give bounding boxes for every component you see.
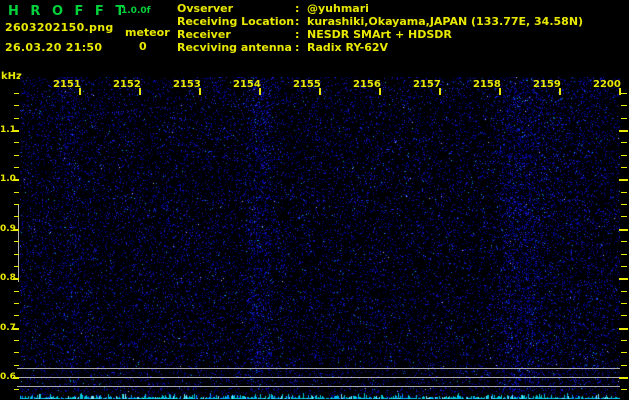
freq-tick-right bbox=[621, 389, 627, 390]
freq-tick-left bbox=[14, 254, 19, 255]
freq-tick-right bbox=[621, 303, 627, 304]
freq-tick-right bbox=[619, 229, 628, 231]
freq-tick-right bbox=[621, 204, 627, 205]
freq-tick-left bbox=[14, 93, 19, 94]
freq-tick-right bbox=[619, 278, 628, 280]
freq-tick-left bbox=[14, 192, 19, 193]
time-axis-label: 2157 bbox=[413, 79, 441, 90]
freq-tick-left bbox=[14, 142, 19, 143]
freq-tick-left bbox=[14, 291, 19, 292]
app-version: 1.0.0f bbox=[121, 6, 151, 16]
app-title: H R O F F T bbox=[8, 4, 128, 19]
freq-tick-right bbox=[619, 377, 628, 379]
freq-tick-right bbox=[619, 328, 628, 330]
info-row-value: NESDR SMArt + HDSDR bbox=[307, 28, 452, 41]
freq-tick-left bbox=[14, 352, 19, 353]
time-axis-label: 2151 bbox=[53, 79, 81, 90]
freq-tick-left bbox=[14, 167, 19, 168]
freq-tick-right bbox=[621, 118, 627, 119]
info-row: Recviving antenna: Radix RY-62V bbox=[177, 41, 583, 54]
freq-tick-right bbox=[621, 192, 627, 193]
time-axis-label: 2159 bbox=[533, 79, 561, 90]
freq-axis-label: 0.7 bbox=[0, 323, 16, 333]
info-row: Receiving Location: kurashiki,Okayama,JAP… bbox=[177, 15, 583, 28]
freq-tick-right bbox=[619, 179, 628, 181]
info-row-label: Receiver bbox=[177, 28, 231, 41]
freq-tick-left bbox=[14, 266, 19, 267]
info-row-label: Recviving antenna bbox=[177, 41, 292, 54]
hrofft-window: H R O F F T 1.0.0f 2603202150.png meteor… bbox=[0, 0, 629, 400]
info-row: Receiver: NESDR SMArt + HDSDR bbox=[177, 28, 583, 41]
freq-axis-label: 0.8 bbox=[0, 273, 16, 283]
station-info: Ovserver: @yuhmari Receiving Location: kura… bbox=[177, 2, 583, 54]
time-axis-label: 2154 bbox=[233, 79, 261, 90]
carrier-signal-line bbox=[17, 386, 620, 387]
freq-tick-right bbox=[621, 266, 627, 267]
time-axis-label: 2156 bbox=[353, 79, 381, 90]
freq-axis-label: 1.1 bbox=[0, 125, 16, 135]
info-row-separator: : bbox=[295, 2, 300, 15]
time-axis-label: 2158 bbox=[473, 79, 501, 90]
info-row-label: Ovserver bbox=[177, 2, 234, 15]
freq-tick-right bbox=[621, 142, 627, 143]
freq-axis-label: 1.0 bbox=[0, 174, 16, 184]
freq-tick-left bbox=[14, 389, 19, 390]
freq-tick-right bbox=[621, 241, 627, 242]
info-row-value: kurashiki,Okayama,JAPAN (133.77E, 34.58N… bbox=[307, 15, 584, 28]
freq-axis-label: 0.6 bbox=[0, 372, 16, 382]
carrier-signal-line bbox=[17, 377, 620, 378]
output-filename: 2603202150.png bbox=[5, 21, 114, 34]
time-axis-label: 2152 bbox=[113, 79, 141, 90]
freq-tick-left bbox=[14, 365, 19, 366]
freq-tick-left bbox=[14, 204, 19, 205]
time-axis-label: 2200 bbox=[593, 79, 621, 90]
freq-tick-left bbox=[14, 241, 19, 242]
carrier-signal-line bbox=[17, 368, 620, 369]
freq-tick-right bbox=[621, 365, 627, 366]
time-axis-label: 2155 bbox=[293, 79, 321, 90]
freq-tick-left bbox=[14, 105, 19, 106]
freq-tick-right bbox=[619, 130, 628, 132]
freq-tick-right bbox=[621, 105, 627, 106]
freq-tick-left bbox=[14, 118, 19, 119]
freq-tick-right bbox=[621, 254, 627, 255]
time-axis-label: 2153 bbox=[173, 79, 201, 90]
info-row-value: Radix RY-62V bbox=[307, 41, 389, 54]
freq-axis-unit: kHz bbox=[1, 71, 22, 82]
info-row-separator: : bbox=[295, 41, 300, 54]
freq-tick-right bbox=[621, 216, 627, 217]
freq-tick-right bbox=[621, 291, 627, 292]
freq-tick-right bbox=[621, 167, 627, 168]
freq-tick-right bbox=[621, 340, 627, 341]
freq-axis-label: 0.9 bbox=[0, 224, 16, 234]
freq-tick-left bbox=[14, 340, 19, 341]
info-row-separator: : bbox=[295, 28, 300, 41]
freq-tick-right bbox=[621, 352, 627, 353]
info-row: Ovserver: @yuhmari bbox=[177, 2, 583, 15]
freq-tick-right bbox=[621, 93, 627, 94]
spectrogram-canvas bbox=[20, 77, 620, 399]
freq-tick-left bbox=[14, 216, 19, 217]
info-row-value: @yuhmari bbox=[307, 2, 369, 15]
meteor-counter-label: meteor bbox=[125, 26, 170, 39]
info-row-label: Receiving Location bbox=[177, 15, 295, 28]
meteor-counter-value: 0 bbox=[139, 40, 147, 53]
freq-tick-right bbox=[621, 155, 627, 156]
info-row-separator: : bbox=[295, 15, 300, 28]
freq-tick-left bbox=[14, 303, 19, 304]
freq-tick-left bbox=[14, 315, 19, 316]
datetime-label: 26.03.20 21:50 bbox=[5, 41, 103, 54]
freq-tick-right bbox=[621, 315, 627, 316]
freq-tick-left bbox=[14, 155, 19, 156]
